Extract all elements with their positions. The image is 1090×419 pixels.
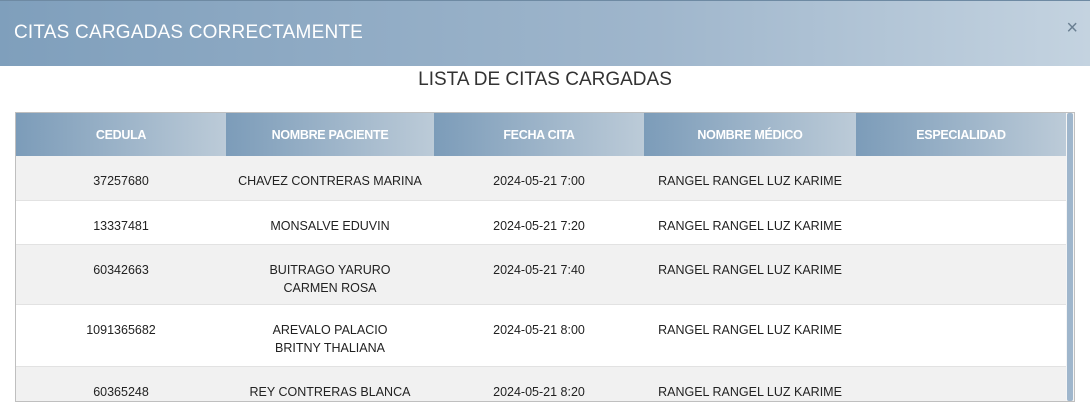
cell-especialidad <box>856 244 1066 305</box>
cell-cedula: 60342663 <box>16 244 226 305</box>
cell-cedula: 60365248 <box>16 366 226 401</box>
cell-especialidad <box>856 366 1066 401</box>
cell-cedula: 1091365682 <box>16 304 226 367</box>
cell-cedula: 37257680 <box>16 156 226 201</box>
appointments-table-container[interactable]: CEDULA NOMBRE PACIENTE FECHA CITA NOMBRE… <box>15 112 1075 402</box>
table-row: 13337481 MONSALVE EDUVIN 2024-05-21 7:20… <box>16 200 1066 245</box>
cell-fecha-cita: 2024-05-21 8:00 <box>434 304 644 367</box>
cell-especialidad <box>856 156 1066 201</box>
cell-fecha-cita: 2024-05-21 7:40 <box>434 244 644 305</box>
table-row: 60365248 REY CONTRERAS BLANCA LUDY 2024-… <box>16 366 1066 401</box>
cell-cedula: 13337481 <box>16 200 226 245</box>
column-header-nombre-paciente[interactable]: NOMBRE PACIENTE <box>226 113 434 156</box>
scrollbar-thumb[interactable] <box>1067 113 1073 401</box>
cell-nombre-paciente: REY CONTRERAS BLANCA LUDY <box>226 366 434 401</box>
column-header-cedula[interactable]: CEDULA <box>16 113 226 156</box>
cell-fecha-cita: 2024-05-21 8:20 <box>434 366 644 401</box>
cell-nombre-paciente: MONSALVE EDUVIN <box>226 200 434 245</box>
appointments-table: CEDULA NOMBRE PACIENTE FECHA CITA NOMBRE… <box>16 113 1066 401</box>
close-icon[interactable]: × <box>1066 18 1078 38</box>
cell-nombre-paciente: AREVALO PALACIO BRITNY THALIANA <box>226 304 434 367</box>
cell-nombre-paciente: BUITRAGO YARURO CARMEN ROSA <box>226 244 434 305</box>
cell-nombre-medico: RANGEL RANGEL LUZ KARIME <box>644 366 856 401</box>
cell-especialidad <box>856 200 1066 245</box>
table-row: 37257680 CHAVEZ CONTRERAS MARINA 2024-05… <box>16 156 1066 201</box>
cell-especialidad <box>856 304 1066 367</box>
scrollbar-track[interactable] <box>1066 113 1074 401</box>
cell-fecha-cita: 2024-05-21 7:00 <box>434 156 644 201</box>
cell-fecha-cita: 2024-05-21 7:20 <box>434 200 644 245</box>
table-row: 60342663 BUITRAGO YARURO CARMEN ROSA 202… <box>16 244 1066 305</box>
cell-nombre-paciente: CHAVEZ CONTRERAS MARINA <box>226 156 434 201</box>
modal-title: CITAS CARGADAS CORRECTAMENTE <box>14 22 364 43</box>
table-header-row: CEDULA NOMBRE PACIENTE FECHA CITA NOMBRE… <box>16 113 1066 156</box>
column-header-fecha-cita[interactable]: FECHA CITA <box>434 113 644 156</box>
cell-nombre-medico: RANGEL RANGEL LUZ KARIME <box>644 200 856 245</box>
modal-header: CITAS CARGADAS CORRECTAMENTE × <box>0 0 1090 66</box>
column-header-especialidad[interactable]: ESPECIALIDAD <box>856 113 1066 156</box>
list-title: LISTA DE CITAS CARGADAS <box>418 69 672 90</box>
cell-nombre-medico: RANGEL RANGEL LUZ KARIME <box>644 244 856 305</box>
cell-nombre-medico: RANGEL RANGEL LUZ KARIME <box>644 304 856 367</box>
column-header-nombre-medico[interactable]: NOMBRE MÉDICO <box>644 113 856 156</box>
cell-nombre-medico: RANGEL RANGEL LUZ KARIME <box>644 156 856 201</box>
table-row: 1091365682 AREVALO PALACIO BRITNY THALIA… <box>16 304 1066 367</box>
